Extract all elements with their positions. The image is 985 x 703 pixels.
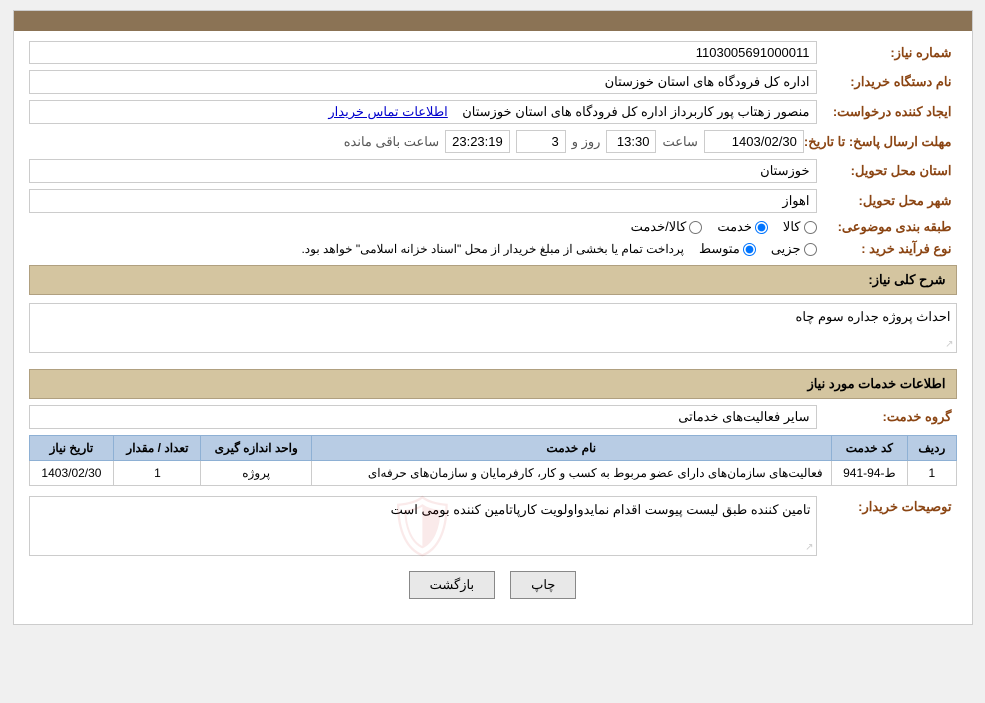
services-section-header: اطلاعات خدمات مورد نیاز — [29, 369, 957, 399]
mohlat-row: مهلت ارسال پاسخ: تا تاریخ: 1403/02/30 سا… — [29, 130, 957, 153]
shahr-row: شهر محل تحویل: اهواز — [29, 189, 957, 213]
toseif-box: 🛡 تامین کننده طبق لیست پیوست اقدام نماید… — [29, 496, 817, 556]
table-header-kod: کد خدمت — [831, 436, 908, 461]
mohlat-baghimande-label: ساعت باقی مانده — [344, 134, 439, 150]
tabaqe-radio-khadamat-label: خدمت — [717, 219, 752, 235]
tabaqe-row: طبقه بندی موضوعی: کالا/خدمت خدمت کالا — [29, 219, 957, 235]
nam-dastgah-value: اداره کل فرودگاه های استان خوزستان — [29, 70, 817, 94]
service-table: ردیف کد خدمت نام خدمت واحد اندازه گیری ت… — [29, 435, 957, 486]
farayand-radio-jozii-input[interactable] — [804, 243, 817, 256]
farayand-radio-motevaset-input[interactable] — [743, 243, 756, 256]
page-title — [14, 11, 972, 31]
ijad-konande-label: ایجاد کننده درخواست: — [817, 104, 957, 120]
bazgasht-button[interactable]: بازگشت — [409, 571, 495, 599]
tabaqe-radio-kala-khadamat: کالا/خدمت — [631, 219, 703, 235]
mohlat-date-value: 1403/02/30 — [704, 130, 804, 153]
mohlat-baghimande-value: 23:23:19 — [445, 130, 510, 153]
grouh-value: سایر فعالیت‌های خدماتی — [29, 405, 817, 429]
toseif-section: توصیحات خریدار: 🛡 تامین کننده طبق لیست پ… — [29, 496, 957, 556]
mohlat-saat-value: 13:30 — [606, 130, 656, 153]
main-container: شماره نیاز: 1103005691000011 نام دستگاه … — [13, 10, 973, 625]
tabaqe-label: طبقه بندی موضوعی: — [817, 219, 957, 235]
grouh-label: گروه خدمت: — [817, 409, 957, 425]
shahr-label: شهر محل تحویل: — [817, 193, 957, 209]
nam-dastgah-label: نام دستگاه خریدار: — [817, 74, 957, 90]
ostan-value: خوزستان — [29, 159, 817, 183]
toseif-watermark-area: 🛡 تامین کننده طبق لیست پیوست اقدام نماید… — [29, 496, 817, 556]
shomare-niaz-row: شماره نیاز: 1103005691000011 — [29, 41, 957, 64]
cell-radif: 1 — [908, 461, 956, 486]
ijad-konande-text: منصور زهتاب پور کاربرداز اداره کل فرودگا… — [462, 104, 809, 119]
cell-kod: ط-94-941 — [831, 461, 908, 486]
table-row: 1 ط-94-941 فعالیت‌های سازمان‌های دارای ع… — [29, 461, 956, 486]
mohlat-roz-label: روز و — [572, 134, 601, 150]
farayand-radio-motevaset: متوسط — [699, 241, 756, 257]
cell-tedad: 1 — [114, 461, 201, 486]
sharh-value: احداث پروژه جداره سوم چاه — [796, 309, 951, 324]
farayand-radio-jozii: جزیی — [771, 241, 817, 257]
ijad-konande-row: ایجاد کننده درخواست: منصور زهتاب پور کار… — [29, 100, 957, 124]
mohlat-roz-value: 3 — [516, 130, 566, 153]
ostan-row: استان محل تحویل: خوزستان — [29, 159, 957, 183]
table-header-nam: نام خدمت — [311, 436, 831, 461]
farayand-description: پرداخت تمام یا بخشی از مبلغ خریدار از مح… — [301, 242, 684, 256]
shomare-niaz-value: 1103005691000011 — [29, 41, 817, 64]
mohlat-date-row: 1403/02/30 ساعت 13:30 روز و 3 23:23:19 س… — [29, 130, 804, 153]
ittelaat-tamas-link[interactable]: اطلاعات تماس خریدار — [328, 104, 447, 119]
mohlat-saat-label: ساعت — [662, 134, 697, 150]
sharh-container: احداث پروژه جداره سوم چاه ↗ — [29, 299, 957, 361]
table-header-vahed: واحد اندازه گیری — [201, 436, 311, 461]
buttons-row: چاپ بازگشت — [29, 571, 957, 599]
grouh-row: گروه خدمت: سایر فعالیت‌های خدماتی — [29, 405, 957, 429]
table-header-tedad: تعداد / مقدار — [114, 436, 201, 461]
tabaqe-radio-group: کالا/خدمت خدمت کالا — [631, 219, 817, 235]
farayand-motevaset-label: متوسط — [699, 241, 740, 257]
noe-farayand-row: نوع فرآیند خرید : جزیی متوسط پرداخت تمام… — [29, 241, 957, 257]
cell-vahed: پروژه — [201, 461, 311, 486]
tabaqe-radio-khadamat: خدمت — [717, 219, 768, 235]
purchase-type-row: جزیی متوسط پرداخت تمام یا بخشی از مبلغ خ… — [301, 241, 816, 257]
noe-farayand-label: نوع فرآیند خرید : — [817, 241, 957, 257]
table-header-radif: ردیف — [908, 436, 956, 461]
ostan-label: استان محل تحویل: — [817, 163, 957, 179]
shomare-niaz-label: شماره نیاز: — [817, 45, 957, 61]
shahr-value: اهواز — [29, 189, 817, 213]
content-area: شماره نیاز: 1103005691000011 نام دستگاه … — [14, 31, 972, 624]
toseif-label: توصیحات خریدار: — [817, 496, 957, 515]
tabaqe-radio-khadamat-input[interactable] — [755, 221, 768, 234]
sharh-section-header: شرح کلی نیاز: — [29, 265, 957, 295]
table-header-tarikh: تاریخ نیاز — [29, 436, 114, 461]
mohlat-label: مهلت ارسال پاسخ: تا تاریخ: — [804, 134, 957, 150]
tabaqe-radio-kala: کالا — [783, 219, 817, 235]
tabaqe-radio-kala-label: کالا — [783, 219, 801, 235]
ijad-konande-value: منصور زهتاب پور کاربرداز اداره کل فرودگا… — [29, 100, 817, 124]
tabaqe-radio-kala-khadamat-label: کالا/خدمت — [631, 219, 687, 235]
cell-tarikh: 1403/02/30 — [29, 461, 114, 486]
chap-button[interactable]: چاپ — [510, 571, 576, 599]
cell-nam: فعالیت‌های سازمان‌های دارای عضو مربوط به… — [311, 461, 831, 486]
farayand-jozii-label: جزیی — [771, 241, 801, 257]
sharh-box: احداث پروژه جداره سوم چاه ↗ — [29, 303, 957, 353]
tabaqe-radio-kala-input[interactable] — [804, 221, 817, 234]
tabaqe-radio-kala-khadamat-input[interactable] — [689, 221, 702, 234]
nam-dastgah-row: نام دستگاه خریدار: اداره کل فرودگاه های … — [29, 70, 957, 94]
